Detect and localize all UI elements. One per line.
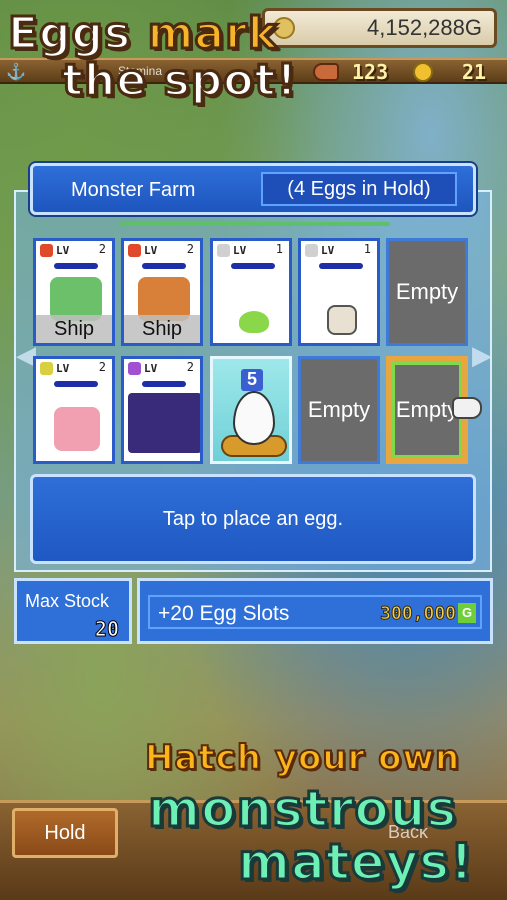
anchor-icon: ⚓ — [6, 64, 26, 81]
ship-tag: Ship — [124, 315, 200, 343]
monster-slot[interactable]: LV 2 — [33, 356, 115, 464]
promo-hatch-line1: Hatch your own — [144, 737, 461, 779]
promo-title-line2: the spot! — [61, 54, 299, 108]
expand-slots-price: 300,000 — [380, 603, 457, 625]
cat-monster-icon — [327, 305, 357, 335]
empty-slot[interactable]: Empty — [298, 356, 380, 464]
neutral-element-icon — [217, 243, 230, 257]
max-stock-panel: Max Stock 20 — [14, 578, 132, 644]
neutral-element-icon — [305, 243, 318, 257]
dark-knight-monster-icon — [128, 393, 200, 453]
egg-icon — [233, 391, 275, 445]
monster-slot[interactable]: LV 2 Ship — [33, 238, 115, 346]
level-number: 2 — [186, 242, 194, 256]
hp-bar — [142, 381, 186, 387]
food-count: 123 — [352, 60, 389, 84]
egg-rank-badge: 5 — [241, 369, 263, 391]
gold-display: 4,152,288G — [262, 8, 497, 48]
instruction-text: Tap to place an egg. — [162, 507, 344, 530]
slime-monster-icon — [239, 311, 269, 333]
hp-bar — [231, 263, 275, 269]
dark-element-icon — [128, 361, 141, 375]
max-stock-label: Max Stock — [25, 591, 110, 611]
fire-element-icon — [40, 243, 53, 257]
medal-count: 21 — [462, 60, 487, 84]
hp-bar — [142, 263, 186, 269]
lv-label: LV — [144, 361, 158, 375]
monster-slot[interactable]: LV 1 — [210, 238, 292, 346]
ship-tag: Ship — [36, 315, 112, 343]
lv-label: LV — [321, 243, 335, 257]
food-icon — [313, 63, 339, 81]
level-number: 1 — [275, 242, 283, 256]
lv-label: LV — [56, 243, 70, 257]
gold-amount: 4,152,288G — [367, 15, 482, 40]
expand-slots-inner: +20 Egg Slots 300,000 G — [148, 595, 482, 629]
egg-slot[interactable]: 5 — [210, 356, 292, 464]
hp-bar — [54, 263, 98, 269]
scroll-right-arrow-icon[interactable]: ▶ — [472, 340, 492, 371]
lightning-element-icon — [40, 361, 53, 375]
hold-button[interactable]: Hold — [12, 808, 118, 858]
expand-slots-label: +20 Egg Slots — [158, 602, 290, 625]
empty-slot[interactable]: Empty — [386, 238, 468, 346]
level-number: 1 — [363, 242, 371, 256]
monster-slot[interactable]: LV 2 Ship — [121, 238, 203, 346]
lv-label: LV — [56, 361, 70, 375]
promo-word-mark: mark — [131, 7, 279, 61]
promo-word-eggs: Eggs — [6, 7, 132, 61]
hp-bar — [319, 263, 363, 269]
promo-hatch-line3: mateys! — [237, 832, 475, 893]
gold-currency-icon: G — [458, 603, 476, 623]
fire-element-icon — [128, 243, 141, 257]
max-stock-value: 20 — [94, 617, 119, 642]
header-divider — [120, 222, 390, 226]
level-number: 2 — [98, 360, 106, 374]
hp-bar — [54, 381, 98, 387]
level-number: 2 — [98, 242, 106, 256]
lv-label: LV — [233, 243, 247, 257]
monster-slot[interactable]: LV 1 — [298, 238, 380, 346]
farm-header: Monster Farm (4 Eggs in Hold) — [30, 163, 476, 215]
promo-title-line1: Eggs mark — [6, 7, 279, 61]
instruction-message: Tap to place an egg. — [30, 474, 476, 564]
farm-title: Monster Farm — [71, 179, 196, 201]
monster-slot[interactable]: LV 2 — [121, 356, 203, 464]
axolotl-monster-icon — [54, 407, 100, 451]
eggs-in-hold-count: (4 Eggs in Hold) — [261, 172, 457, 206]
expand-slots-button[interactable]: +20 Egg Slots 300,000 G — [137, 578, 493, 644]
level-number: 2 — [186, 360, 194, 374]
promo-hatch-line2: monstrous — [146, 779, 458, 840]
pointer-hand-icon — [452, 397, 482, 419]
medal-icon — [413, 62, 433, 82]
lv-label: LV — [144, 243, 158, 257]
